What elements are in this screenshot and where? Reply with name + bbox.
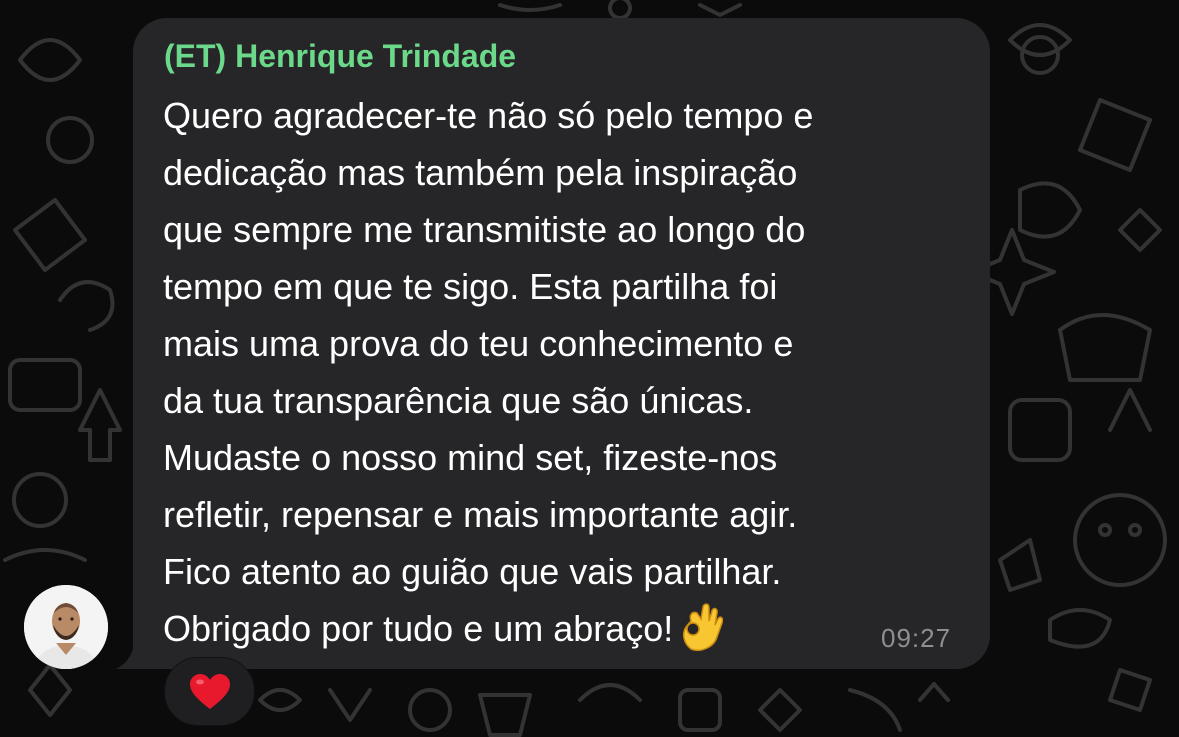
message-line: tempo em que te sigo. Esta partilha foi xyxy=(163,266,778,307)
message-line: Quero agradecer-te não só pelo tempo e xyxy=(163,95,814,136)
message-line: da tua transparência que são únicas. xyxy=(163,380,754,421)
message-bubble[interactable]: (ET) Henrique Trindade Quero agradecer-t… xyxy=(133,18,990,669)
heart-emoji xyxy=(189,673,230,709)
ok-hand-emoji xyxy=(679,603,724,667)
message-last-line: Obrigado por tudo e um abraço! xyxy=(163,600,983,667)
message-line: Mudaste o nosso mind set, fizeste-nos xyxy=(163,437,778,478)
message-line: mais uma prova do teu conhecimento e xyxy=(163,323,794,364)
message-line: Fico atento ao guião que vais partilhar. xyxy=(163,551,782,592)
message-timestamp: 09:27 xyxy=(881,623,952,653)
sender-name[interactable]: (ET) Henrique Trindade xyxy=(164,36,516,76)
message-line: refletir, repensar e mais importante agi… xyxy=(163,494,798,535)
reaction-pill[interactable] xyxy=(164,657,255,726)
avatar[interactable] xyxy=(24,585,108,669)
message-line: dedicação mas também pela inspiração xyxy=(163,152,798,193)
message-text: Quero agradecer-te não só pelo tempo e d… xyxy=(163,87,983,667)
message-line: que sempre me transmitiste ao longo do xyxy=(163,209,806,250)
message-line: Obrigado por tudo e um abraço! xyxy=(163,608,674,649)
